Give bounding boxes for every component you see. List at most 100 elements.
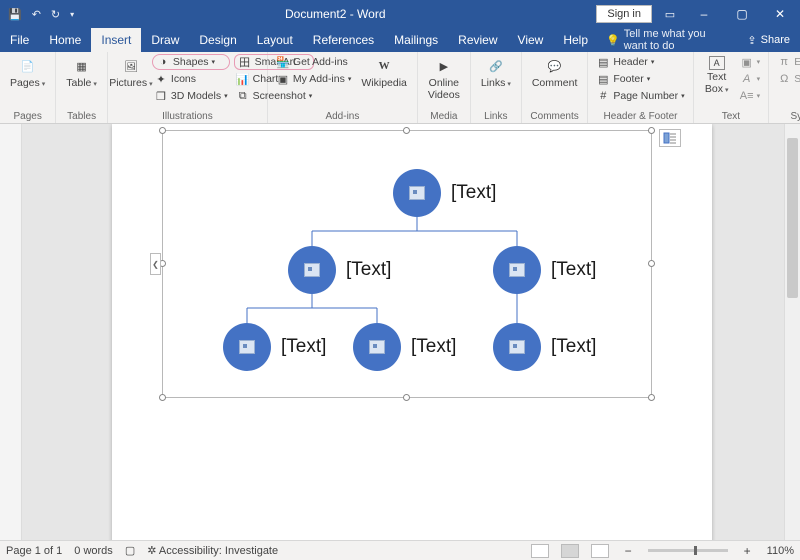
smartart-shape[interactable] [288,246,336,294]
footer-button[interactable]: ▤Footer▾ [594,71,686,87]
sign-in-button[interactable]: Sign in [596,5,652,23]
tab-insert[interactable]: Insert [91,28,141,52]
group-addins: 🏪Get Add-ins ▣My Add-ins▾ W Wikipedia Ad… [268,52,418,123]
table-button[interactable]: ▦ Table [62,54,101,92]
status-accessibility[interactable]: ✲ Accessibility: Investigate [147,544,278,557]
dropcap-button[interactable]: A≡▾ [738,88,763,104]
smartart-node[interactable]: [Text] [393,169,496,217]
3d-models-button[interactable]: ❒3D Models▾ [152,88,230,104]
equation-button[interactable]: πEquation▾ [775,54,800,70]
smartart-node[interactable]: [Text] [493,323,596,371]
cube-icon: ❒ [154,89,168,103]
online-videos-label: Online Videos [428,78,460,101]
ribbon-display-options-icon[interactable]: ▭ [658,8,682,21]
smartart-node[interactable]: [Text] [223,323,326,371]
tab-review[interactable]: Review [448,28,507,52]
smartart-shape[interactable] [223,323,271,371]
status-page[interactable]: Page 1 of 1 [6,545,62,557]
lightbulb-icon: 💡 [606,34,620,47]
picture-placeholder-icon[interactable] [239,340,255,354]
comment-button[interactable]: 💬 Comment [528,54,582,92]
smartart-text[interactable]: [Text] [451,182,496,204]
vertical-scrollbar[interactable] [784,124,800,540]
shapes-button[interactable]: ◑Shapes▾ [152,54,230,70]
smartart-shape[interactable] [353,323,401,371]
scrollbar-thumb[interactable] [787,138,798,298]
view-read-mode-button[interactable] [531,544,549,558]
smartart-selection-frame[interactable]: ❮ [Text] [162,130,652,398]
smartart-shape[interactable] [393,169,441,217]
pictures-button[interactable]: 🖼 Pictures [114,54,148,92]
links-button[interactable]: 🔗 Links [477,54,515,92]
textbox-label: Text Box [704,72,730,95]
zoom-in-button[interactable]: + [740,544,755,558]
zoom-slider[interactable] [648,549,728,552]
smartart-node[interactable]: [Text] [288,246,391,294]
smartart-node[interactable]: [Text] [493,246,596,294]
header-icon: ▤ [596,55,610,69]
smartart-node[interactable]: [Text] [353,323,456,371]
picture-placeholder-icon[interactable] [304,263,320,277]
smartart-diagram[interactable]: [Text] [Text] [Text] [Text] [Text] [Text… [163,131,651,397]
smartart-text[interactable]: [Text] [281,336,326,358]
header-button[interactable]: ▤Header▾ [594,54,686,70]
text-box-button[interactable]: A Text Box [700,54,734,97]
maximize-button[interactable]: ▢ [726,3,758,25]
quick-access-toolbar: 💾 ↶ ↻ ▾ [0,8,74,21]
tab-draw[interactable]: Draw [141,28,189,52]
document-scroll-area[interactable]: ❮ [Text] [22,124,784,540]
tab-file[interactable]: File [0,28,39,52]
tab-references[interactable]: References [303,28,384,52]
quick-parts-button[interactable]: ▣▾ [738,54,763,70]
online-videos-button[interactable]: ▶ Online Videos [424,54,464,103]
undo-icon[interactable]: ↶ [32,8,41,21]
view-web-layout-button[interactable] [591,544,609,558]
tab-help[interactable]: Help [553,28,598,52]
pages-button[interactable]: 📄 Pages [6,54,49,92]
wikipedia-button[interactable]: W Wikipedia [357,54,411,92]
my-addins-button[interactable]: ▣My Add-ins▾ [274,71,353,87]
smartart-text[interactable]: [Text] [551,259,596,281]
tab-mailings[interactable]: Mailings [384,28,448,52]
group-media: ▶ Online Videos Media [418,52,471,123]
layout-options-button[interactable] [659,129,681,147]
status-word-count[interactable]: 0 words [74,545,113,557]
smartart-text[interactable]: [Text] [551,336,596,358]
tab-home[interactable]: Home [39,28,91,52]
qat-dropdown-icon[interactable]: ▾ [70,10,74,19]
minimize-button[interactable]: – [688,3,720,25]
smartart-text[interactable]: [Text] [411,336,456,358]
group-links: 🔗 Links Links [471,52,522,123]
picture-placeholder-icon[interactable] [509,340,525,354]
zoom-out-button[interactable]: − [621,544,636,558]
close-button[interactable]: ✕ [764,3,796,25]
redo-icon[interactable]: ↻ [51,8,60,21]
zoom-level[interactable]: 110% [767,545,794,557]
icons-button[interactable]: ✦Icons [152,71,230,87]
symbol-button[interactable]: ΩSymbol▾ [775,71,800,87]
document-page[interactable]: ❮ [Text] [112,124,712,540]
status-language-icon[interactable]: ▢ [125,544,135,557]
smartart-text[interactable]: [Text] [346,259,391,281]
tab-view[interactable]: View [508,28,554,52]
dropcap-icon: A≡ [740,89,754,103]
smartart-shape[interactable] [493,246,541,294]
tab-layout[interactable]: Layout [247,28,303,52]
picture-placeholder-icon[interactable] [369,340,385,354]
view-print-layout-button[interactable] [561,544,579,558]
document-workspace: ❮ [Text] [0,124,800,540]
group-tables-label: Tables [62,111,101,123]
smartart-shape[interactable] [493,323,541,371]
share-button[interactable]: ⇪ Share [737,28,800,52]
get-addins-button[interactable]: 🏪Get Add-ins [274,54,353,70]
smartart-text-pane-toggle[interactable]: ❮ [150,253,161,275]
wordart-button[interactable]: A▾ [738,71,763,87]
tell-me-search[interactable]: 💡 Tell me what you want to do [598,28,737,52]
textbox-icon: A [709,56,725,70]
picture-placeholder-icon[interactable] [509,263,525,277]
table-label: Table [66,78,97,90]
save-icon[interactable]: 💾 [8,8,22,21]
tab-design[interactable]: Design [189,28,246,52]
page-number-button[interactable]: #Page Number▾ [594,88,686,104]
picture-placeholder-icon[interactable] [409,186,425,200]
